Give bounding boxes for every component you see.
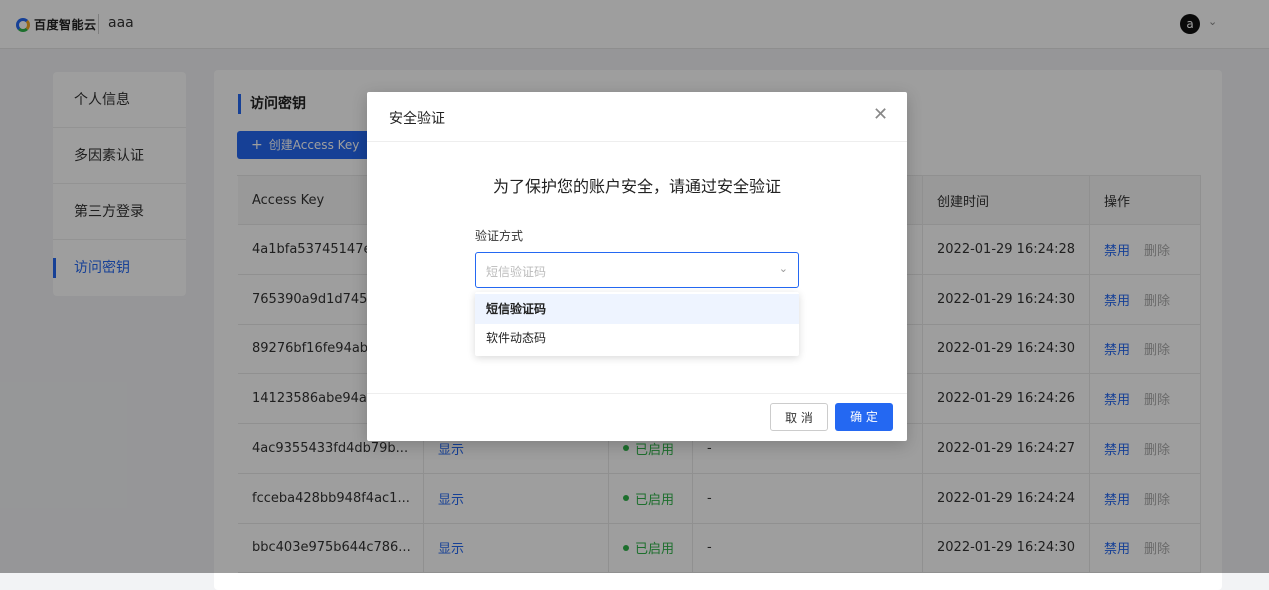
close-icon[interactable]: ✕ (873, 106, 888, 124)
cancel-button[interactable]: 取 消 (770, 403, 828, 431)
select-placeholder: 短信验证码 (486, 265, 547, 279)
option-sms-code[interactable]: 短信验证码 (475, 294, 799, 324)
dialog-header-divider (367, 141, 907, 142)
dialog-title: 安全验证 (389, 111, 445, 127)
security-verification-dialog: 安全验证 ✕ 为了保护您的账户安全，请通过安全验证 验证方式 短信验证码 ⌄ 短… (367, 92, 907, 441)
chevron-down-icon: ⌄ (778, 262, 788, 275)
option-software-token[interactable]: 软件动态码 (475, 323, 799, 353)
confirm-button[interactable]: 确 定 (835, 403, 893, 431)
dialog-footer-divider (367, 393, 907, 394)
verification-method-dropdown: 短信验证码 软件动态码 (475, 292, 799, 356)
verification-method-label: 验证方式 (475, 229, 524, 243)
verification-method-select[interactable]: 短信验证码 ⌄ (475, 252, 799, 288)
dialog-message: 为了保护您的账户安全，请通过安全验证 (492, 177, 781, 196)
